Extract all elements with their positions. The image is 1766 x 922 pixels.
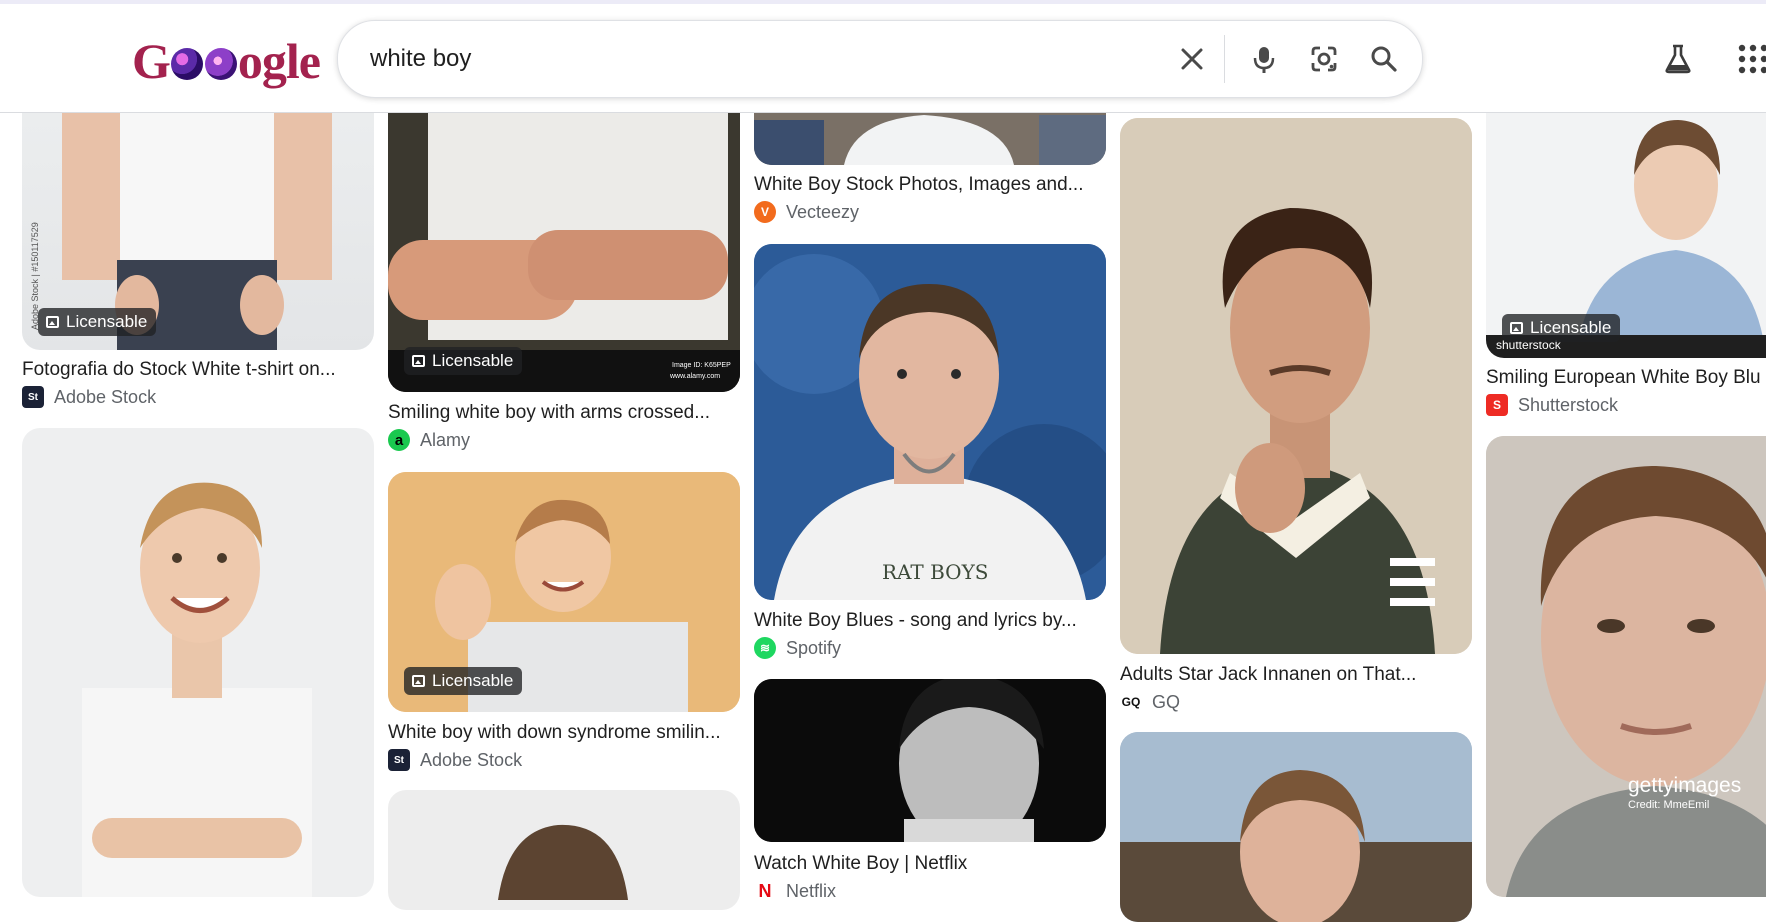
search-icon[interactable] — [1368, 43, 1400, 75]
result-title[interactable]: Adults Star Jack Innanen on That... — [1120, 664, 1472, 686]
doodle-o-icon — [170, 48, 203, 80]
source-label: Vecteezy — [786, 201, 860, 222]
search-input[interactable] — [368, 40, 1152, 78]
badge-label: Licensable — [1530, 318, 1612, 337]
source-label: Alamy — [420, 429, 471, 450]
badge-label: Licensable — [432, 671, 514, 690]
result-thumbnail[interactable]: gettyimages Credit: MmeEmil — [1486, 436, 1766, 897]
result-thumbnail[interactable] — [1120, 732, 1472, 922]
smiling-boy-image — [82, 482, 312, 897]
watermark-text: Credit: MmeEmil — [1628, 799, 1710, 811]
flask-icon[interactable] — [1661, 42, 1695, 76]
netflix-icon: N — [754, 880, 776, 902]
alamy-icon: a — [388, 429, 410, 451]
result-card[interactable]: Image ID: K65PEP www.alamy.com Licensabl… — [388, 90, 740, 455]
source-label: Spotify — [786, 637, 842, 658]
result-source[interactable]: N Netflix — [754, 880, 836, 902]
jack-innanen-image — [1120, 118, 1472, 654]
result-thumbnail[interactable] — [22, 428, 374, 897]
result-thumbnail[interactable]: RAT BOYS — [754, 244, 1106, 600]
licensable-badge[interactable]: Licensable — [404, 667, 523, 695]
divider — [1224, 35, 1225, 83]
teen-closeup-image — [1486, 436, 1766, 897]
result-thumbnail[interactable]: Adobe Stock | #150117529 Licensable — [22, 90, 374, 350]
outdoor-boy-image — [1120, 732, 1472, 922]
result-card[interactable]: Adults Star Jack Innanen on That... GQ G… — [1120, 118, 1472, 718]
doodle-o-icon — [204, 48, 237, 80]
result-source[interactable]: St Adobe Stock — [388, 749, 522, 771]
result-source[interactable]: a Alamy — [388, 429, 470, 451]
source-label: GQ — [1152, 691, 1181, 712]
boy-portrait-image — [498, 824, 628, 900]
licensable-badge[interactable]: Licensable — [1502, 314, 1621, 342]
result-thumbnail[interactable]: shutterstock Licensable — [1486, 90, 1766, 358]
badge-label: Licensable — [66, 312, 148, 331]
result-card[interactable]: Adobe Stock | #150117529 Licensable Foto… — [22, 90, 374, 410]
gq-icon: GQ — [1120, 691, 1142, 713]
source-label: Netflix — [786, 880, 837, 901]
source-label: Adobe Stock — [54, 386, 157, 407]
result-title[interactable]: Smiling European White Boy Blu — [1486, 367, 1766, 389]
result-card[interactable]: Licensable White boy with down syndrome … — [388, 472, 740, 772]
result-source[interactable]: St Adobe Stock — [22, 386, 156, 408]
result-source[interactable]: S Shutterstock — [1486, 394, 1618, 416]
result-thumbnail[interactable]: Image ID: K65PEP www.alamy.com Licensabl… — [388, 90, 740, 392]
spotify-icon: ≋ — [754, 637, 776, 659]
source-label: Shutterstock — [1518, 394, 1619, 415]
vecteezy-icon: V — [754, 201, 776, 223]
shutterstock-icon: S — [1486, 394, 1508, 416]
apps-grid-icon[interactable] — [1736, 42, 1766, 76]
result-thumbnail[interactable] — [388, 790, 740, 910]
image-icon — [412, 355, 425, 367]
adobe-stock-icon: St — [22, 386, 44, 408]
result-source[interactable]: V Vecteezy — [754, 201, 859, 223]
result-title[interactable]: White boy with down syndrome smilin... — [388, 722, 740, 744]
result-card[interactable]: gettyimages Credit: MmeEmil — [1486, 436, 1766, 897]
image-icon — [1510, 322, 1523, 334]
watermark-text: www.alamy.com — [670, 373, 721, 380]
result-title[interactable]: White Boy Blues - song and lyrics by... — [754, 610, 1106, 632]
result-source[interactable]: ≋ Spotify — [754, 637, 841, 659]
search-header: Gogle — [0, 4, 1766, 113]
result-source[interactable]: GQ GQ — [1120, 691, 1180, 713]
close-icon[interactable] — [1176, 43, 1208, 75]
shirt-print-text: RAT BOYS — [882, 560, 989, 584]
result-card[interactable]: RAT BOYS White Boy Blues - song and lyri… — [754, 244, 1106, 664]
source-label: Adobe Stock — [420, 749, 523, 770]
watermark-text: Image ID: K65PEP — [672, 362, 731, 369]
result-card[interactable] — [388, 790, 740, 910]
image-icon — [46, 316, 59, 328]
search-box[interactable] — [337, 20, 1423, 98]
licensable-badge[interactable]: Licensable — [404, 347, 523, 375]
adobe-stock-icon: St — [388, 749, 410, 771]
netflix-still-image — [754, 679, 1106, 842]
watermark-text: gettyimages — [1628, 774, 1742, 797]
result-title[interactable]: Watch White Boy | Netflix — [754, 853, 1106, 875]
result-thumbnail[interactable]: Licensable — [388, 472, 740, 712]
badge-label: Licensable — [432, 351, 514, 370]
school-photo-image — [754, 244, 1106, 600]
result-card[interactable] — [1120, 732, 1472, 922]
result-thumbnail[interactable] — [1120, 118, 1472, 654]
image-icon — [412, 675, 425, 687]
result-card[interactable]: Watch White Boy | Netflix N Netflix — [754, 679, 1106, 902]
licensable-badge[interactable]: Licensable — [38, 308, 157, 336]
camera-lens-icon[interactable] — [1308, 43, 1340, 75]
result-card[interactable] — [22, 428, 374, 897]
image-results-grid: Adobe Stock | #150117529 Licensable Foto… — [0, 0, 1766, 922]
google-logo[interactable]: Gogle — [132, 32, 321, 90]
result-card[interactable]: shutterstock Licensable Smiling European… — [1486, 90, 1766, 420]
result-title[interactable]: Fotografia do Stock White t-shirt on... — [22, 359, 374, 381]
result-title[interactable]: Smiling white boy with arms crossed... — [388, 402, 740, 424]
microphone-icon[interactable] — [1248, 43, 1280, 75]
result-title[interactable]: White Boy Stock Photos, Images and... — [754, 174, 1106, 196]
logo-letters: ogle — [237, 33, 321, 89]
logo-letter: G — [132, 33, 171, 89]
result-thumbnail[interactable] — [754, 679, 1106, 842]
